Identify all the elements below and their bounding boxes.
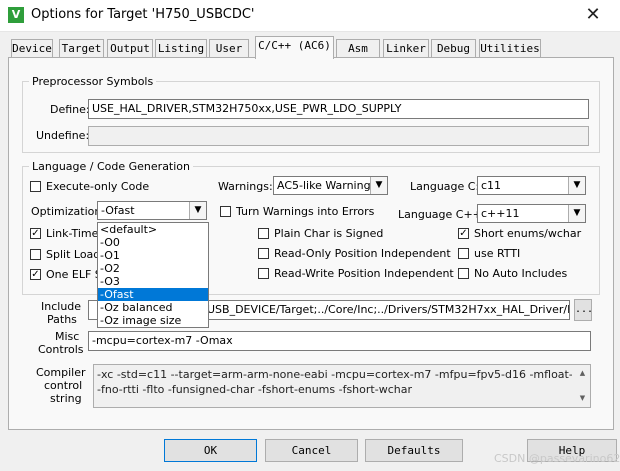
preprocessor-legend: Preprocessor Symbols [32, 75, 154, 88]
one-elf-label: One ELF S [46, 268, 102, 281]
tab-debug[interactable]: Debug [431, 39, 476, 58]
chevron-down-icon: ▼ [370, 177, 387, 194]
short-enums-label: Short enums/wchar [474, 227, 582, 240]
chevron-down-icon: ▼ [189, 202, 206, 219]
tab-target[interactable]: Target [59, 39, 104, 58]
use-rtti-label: use RTTI [474, 247, 521, 260]
optimization-option[interactable]: <default> [98, 223, 208, 236]
keil-app-icon: V [8, 7, 24, 23]
controls-label: Controls [38, 343, 84, 356]
defaults-button[interactable]: Defaults [365, 439, 463, 462]
one-elf-checkbox[interactable]: ✓ [30, 269, 41, 280]
optimization-option[interactable]: -O1 [98, 249, 208, 262]
control-label: control [44, 379, 83, 392]
tab-linker[interactable]: Linker [383, 39, 429, 58]
plain-char-label: Plain Char is Signed [274, 227, 384, 240]
execute-only-label: Execute-only Code [46, 180, 150, 193]
tab-utilities[interactable]: Utilities [479, 39, 541, 58]
turn-warnings-label: Turn Warnings into Errors [236, 205, 375, 218]
warnings-select[interactable]: AC5-like Warnings ▼ [273, 176, 388, 195]
plain-char-checkbox[interactable] [258, 228, 269, 239]
watermark: CSDN @passevarino62 [494, 452, 620, 465]
read-write-pi-label: Read-Write Position Independent [274, 267, 454, 280]
compiler-label: Compiler [36, 366, 86, 379]
scroll-up-icon[interactable]: ▲ [576, 366, 589, 381]
undefine-label: Undefine: [36, 129, 90, 142]
read-only-pi-label: Read-Only Position Independent [274, 247, 451, 260]
tab-user[interactable]: User [209, 39, 249, 58]
compiler-line-2: -fno-rtti -flto -funsigned-char -fshort-… [97, 383, 412, 396]
optimization-label: Optimization: [31, 205, 106, 218]
title-bar: V Options for Target 'H750_USBCDC' ✕ [0, 0, 620, 32]
read-only-pi-checkbox[interactable] [258, 248, 269, 259]
language-legend: Language / Code Generation [32, 160, 191, 173]
chevron-down-icon: ▼ [568, 205, 585, 222]
split-load-checkbox[interactable] [30, 249, 41, 260]
optimization-option[interactable]: -Oz balanced [98, 301, 208, 314]
tab-asm[interactable]: Asm [336, 39, 380, 58]
no-auto-includes-checkbox[interactable] [458, 268, 469, 279]
scroll-down-icon[interactable]: ▼ [576, 391, 589, 406]
optimization-option[interactable]: -O0 [98, 236, 208, 249]
language-cpp-select[interactable]: c++11 ▼ [477, 204, 586, 223]
use-rtti-checkbox[interactable] [458, 248, 469, 259]
turn-warnings-checkbox[interactable] [220, 206, 231, 217]
link-time-checkbox[interactable]: ✓ [30, 228, 41, 239]
language-c-select[interactable]: c11 ▼ [477, 176, 586, 195]
string-label: string [50, 392, 82, 405]
language-cpp-label: Language C++: [398, 208, 486, 221]
compiler-control-string: -xc -std=c11 --target=arm-arm-none-eabi … [93, 364, 591, 408]
misc-label: Misc [55, 330, 80, 343]
undefine-input[interactable] [88, 126, 589, 146]
browse-include-button[interactable]: ... [574, 299, 593, 321]
define-input[interactable]: USE_HAL_DRIVER,STM32H750xx,USE_PWR_LDO_S… [88, 99, 589, 119]
warnings-value: AC5-like Warnings [277, 179, 377, 192]
compiler-line-1: -xc -std=c11 --target=arm-arm-none-eabi … [97, 368, 572, 381]
language-c-value: c11 [481, 179, 502, 192]
optimization-option[interactable]: -O3 [98, 275, 208, 288]
define-label: Define: [50, 103, 90, 116]
language-c-label: Language C: [410, 180, 480, 193]
optimization-option-selected[interactable]: -Ofast [98, 288, 208, 301]
optimization-value: -Ofast [101, 204, 135, 217]
optimization-dropdown-list: <default> -O0 -O1 -O2 -O3 -Ofast -Oz bal… [97, 222, 209, 328]
optimization-select[interactable]: -Ofast ▼ [97, 201, 207, 220]
execute-only-checkbox[interactable] [30, 181, 41, 192]
include-label: Include [41, 300, 82, 313]
tab-listing[interactable]: Listing [155, 39, 207, 58]
tab-device[interactable]: Device [11, 39, 53, 58]
window-title: Options for Target 'H750_USBCDC' [31, 7, 255, 22]
short-enums-checkbox[interactable]: ✓ [458, 228, 469, 239]
warnings-label: Warnings: [218, 180, 273, 193]
no-auto-includes-label: No Auto Includes [474, 267, 568, 280]
read-write-pi-checkbox[interactable] [258, 268, 269, 279]
language-cpp-value: c++11 [481, 207, 520, 220]
split-load-label: Split Load [46, 248, 101, 261]
misc-controls-input[interactable]: -mcpu=cortex-m7 -Omax [88, 331, 591, 351]
paths-label: Paths [47, 313, 77, 326]
close-icon[interactable]: ✕ [566, 0, 620, 31]
optimization-option[interactable]: -O2 [98, 262, 208, 275]
tab-output[interactable]: Output [107, 39, 153, 58]
include-paths-value: USB_DEVICE/Target;../Core/Inc;../Drivers… [207, 303, 570, 316]
ok-button[interactable]: OK [164, 439, 257, 462]
compiler-scrollbar[interactable]: ▲ ▼ [576, 366, 589, 406]
optimization-option[interactable]: -Oz image size [98, 314, 208, 327]
tab-cpp-ac6[interactable]: C/C++ (AC6) [255, 36, 334, 59]
cancel-button[interactable]: Cancel [265, 439, 358, 462]
chevron-down-icon: ▼ [568, 177, 585, 194]
